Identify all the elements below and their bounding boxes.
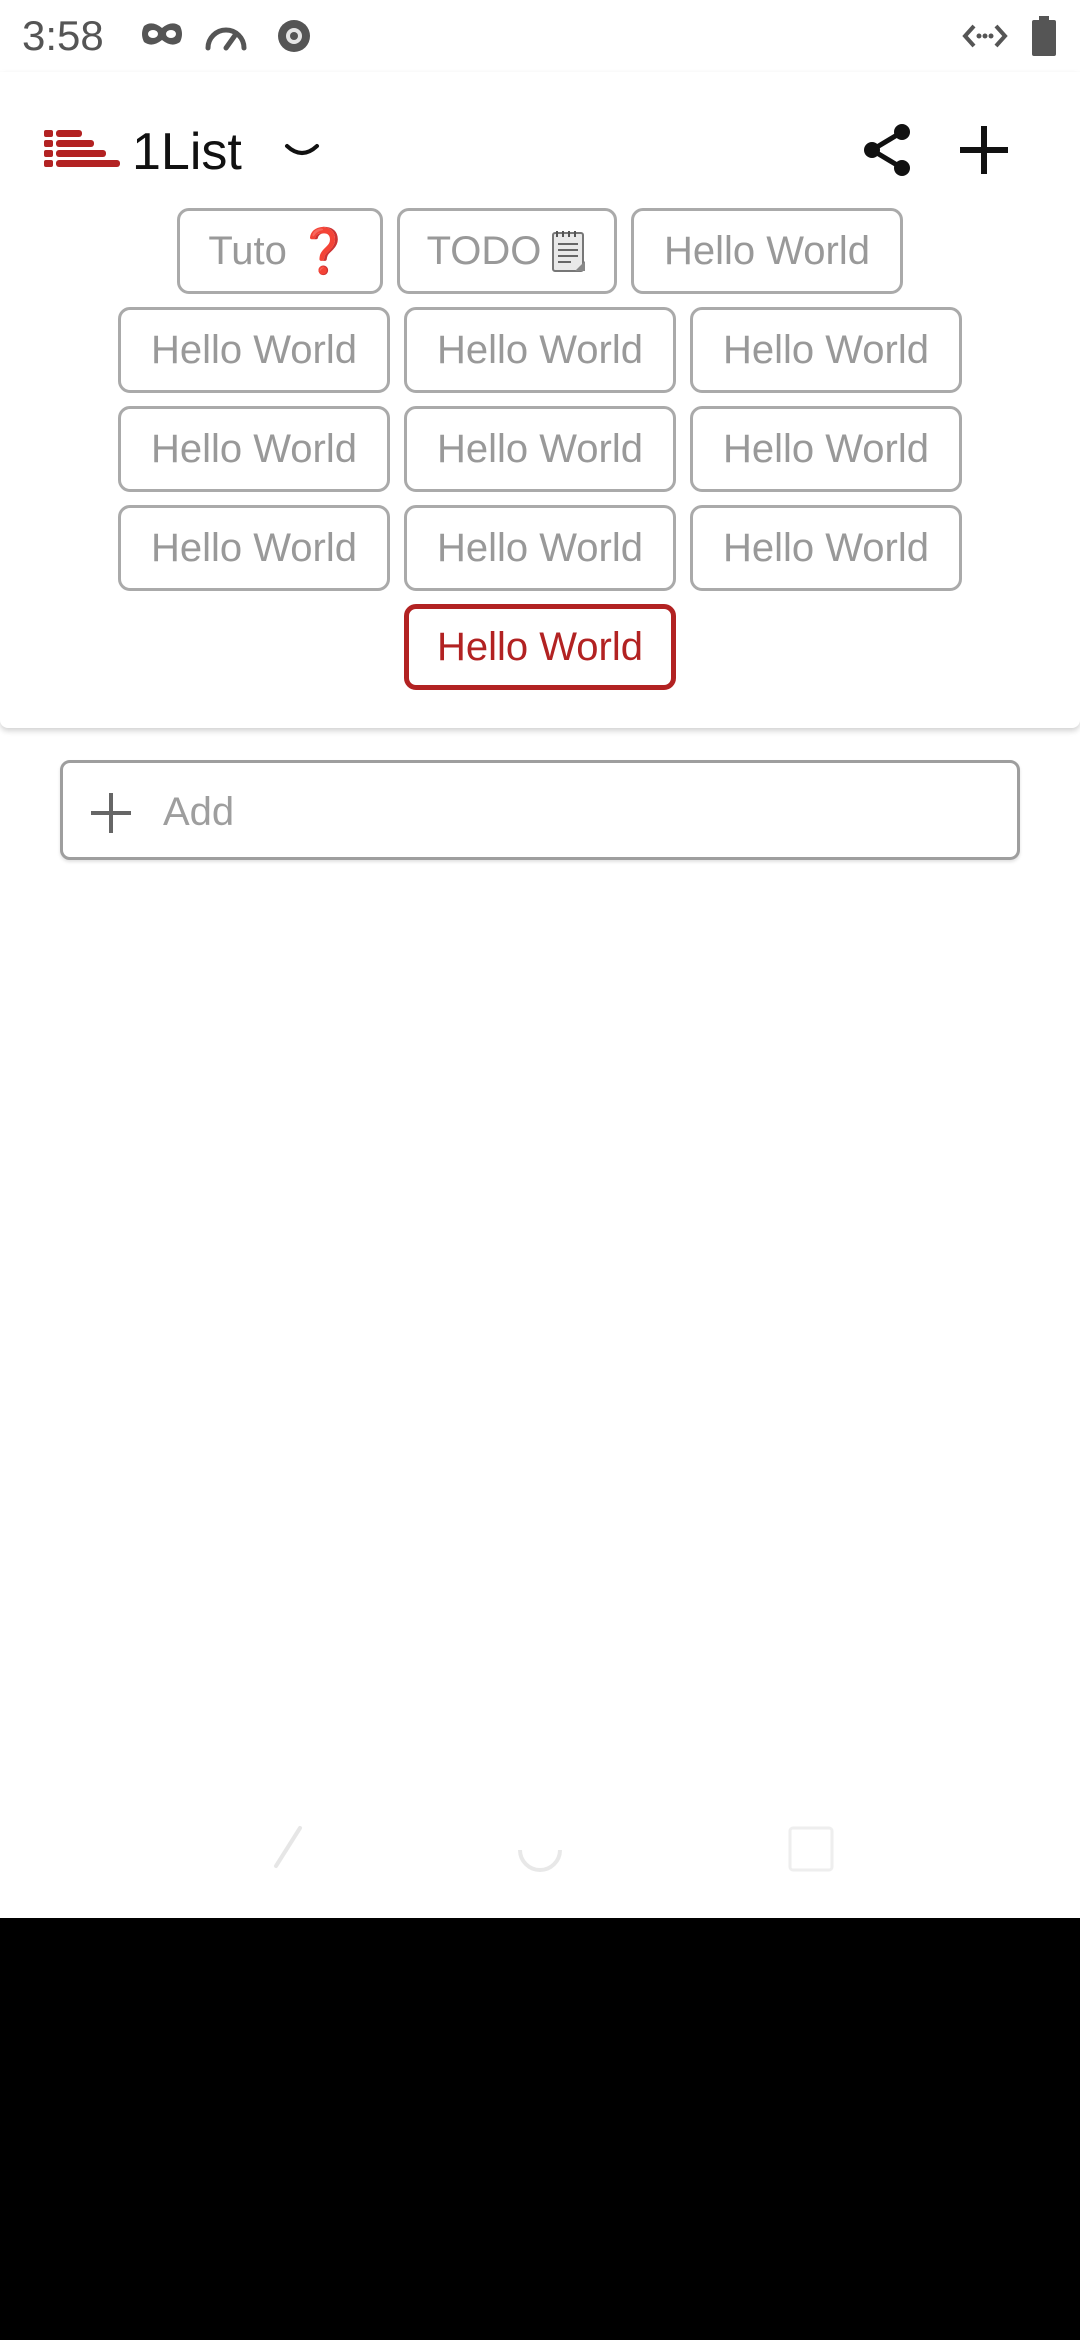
header-card: 1List Tuto ❓ TODO Hello World Hello Worl… xyxy=(0,72,1080,728)
chip-hello-world[interactable]: Hello World xyxy=(118,406,390,492)
chip-hello-world[interactable]: Hello World xyxy=(404,505,676,591)
chip-hello-world[interactable]: Hello World xyxy=(631,208,903,294)
plus-icon[interactable] xyxy=(956,120,1012,180)
gauge-icon xyxy=(205,27,247,51)
notification-badge-icon xyxy=(278,20,310,52)
eye-mask-icon xyxy=(142,23,182,45)
chip-todo[interactable]: TODO xyxy=(397,208,617,294)
status-bar: 3:58 xyxy=(0,0,1080,72)
chip-hello-world[interactable]: Hello World xyxy=(690,307,962,393)
notepad-icon xyxy=(552,231,586,272)
list-chips: Tuto ❓ TODO Hello World Hello World Hell… xyxy=(0,208,1080,703)
add-item-placeholder: Add xyxy=(163,790,235,834)
code-icon xyxy=(962,24,1008,48)
back-icon[interactable] xyxy=(270,1824,304,1870)
chip-hello-world[interactable]: Hello World xyxy=(404,307,676,393)
chip-label: TODO xyxy=(426,228,542,273)
recents-icon[interactable] xyxy=(786,1824,836,1874)
chip-hello-world[interactable]: Hello World xyxy=(404,406,676,492)
chip-row: Hello World xyxy=(0,604,1080,690)
chip-hello-world[interactable]: Hello World xyxy=(118,307,390,393)
share-icon[interactable] xyxy=(860,120,916,180)
list-logo-icon xyxy=(44,130,120,167)
chip-row: Hello World Hello World Hello World xyxy=(0,406,1080,492)
chip-hello-world-selected[interactable]: Hello World xyxy=(404,604,676,690)
app-screen: 3:58 1List Tuto ❓ TODO Hello World Hello… xyxy=(0,0,1080,1918)
app-title[interactable]: 1List xyxy=(132,122,242,182)
status-time: 3:58 xyxy=(22,12,104,59)
chip-row: Hello World Hello World Hello World xyxy=(0,307,1080,393)
add-item-field[interactable]: Add xyxy=(60,760,1020,860)
chip-hello-world[interactable]: Hello World xyxy=(690,505,962,591)
question-mark-icon: ❓ xyxy=(296,227,352,276)
app-bar: 1List xyxy=(0,72,1080,200)
chip-label: Tuto xyxy=(208,228,287,273)
chip-hello-world[interactable]: Hello World xyxy=(118,505,390,591)
chip-row: Hello World Hello World Hello World xyxy=(0,505,1080,591)
chevron-down-icon[interactable] xyxy=(284,140,320,162)
plus-icon xyxy=(91,793,131,833)
battery-icon xyxy=(1032,16,1056,56)
chip-tuto[interactable]: Tuto ❓ xyxy=(177,208,383,294)
chip-row: Tuto ❓ TODO Hello World xyxy=(0,208,1080,294)
chip-hello-world[interactable]: Hello World xyxy=(690,406,962,492)
home-icon[interactable] xyxy=(516,1824,564,1872)
navigation-bar xyxy=(0,1810,1080,1918)
